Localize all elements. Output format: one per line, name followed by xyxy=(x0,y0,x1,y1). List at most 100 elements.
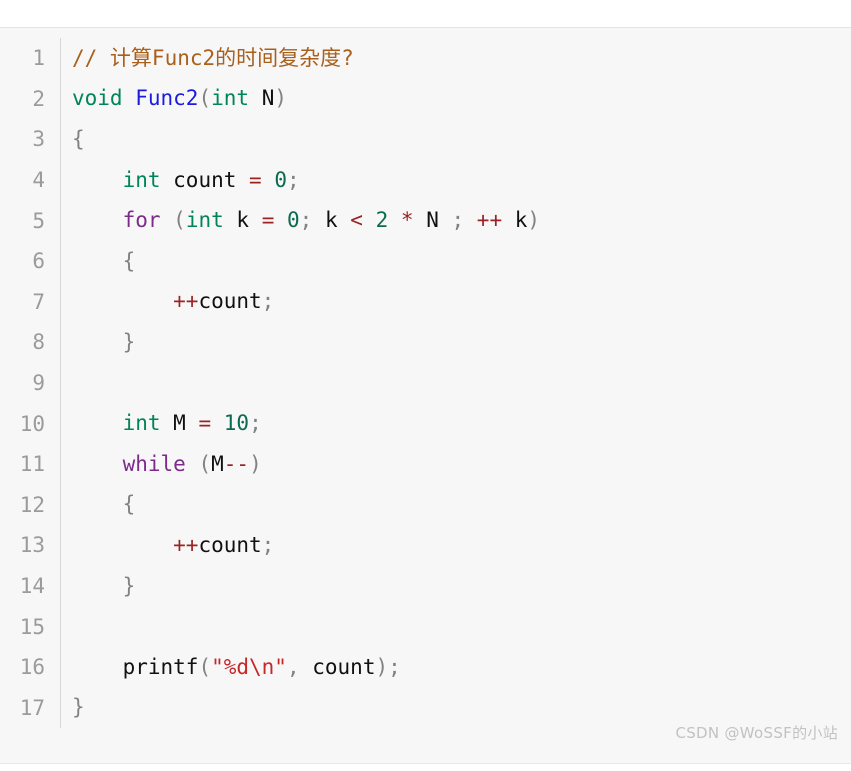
code-line: 8 } xyxy=(0,322,851,363)
code-line: 7 ++count; xyxy=(0,281,851,323)
line-number: 7 xyxy=(32,289,45,314)
code-line-text[interactable]: int M = 10; xyxy=(61,413,851,434)
code-line: 14 } xyxy=(0,565,851,607)
code-line-text[interactable]: { xyxy=(61,494,851,515)
code-line-text[interactable]: while (M--) xyxy=(61,451,851,476)
code-line: 15 xyxy=(0,606,851,647)
line-number: 6 xyxy=(32,249,45,274)
code-line: 2 void Func2(int N) xyxy=(0,78,851,120)
line-number: 9 xyxy=(32,371,45,396)
code-token: ( xyxy=(198,451,212,476)
code-line-text[interactable]: void Func2(int N) xyxy=(61,88,851,109)
code-token: ; xyxy=(261,532,275,557)
code-token: // 计算Func2的时间复杂度? xyxy=(72,45,354,70)
code-token: } xyxy=(122,329,136,354)
line-number: 14 xyxy=(19,574,45,599)
code-token: ); xyxy=(375,654,401,679)
code-line-text[interactable]: ++count; xyxy=(61,532,851,557)
code-line: 5 for (int k = 0; k < 2 * N ; ++ k) xyxy=(0,200,851,241)
code-line: 13 ++count; xyxy=(0,525,851,566)
line-number: 8 xyxy=(32,330,45,355)
line-number: 10 xyxy=(19,411,45,436)
code-token: printf xyxy=(72,654,199,679)
watermark-csdn: CSDN @WoSSF的小站 xyxy=(675,724,838,742)
code-line-text[interactable]: { xyxy=(61,126,851,151)
code-token: = xyxy=(261,208,275,233)
code-line-text[interactable]: ++count; xyxy=(61,291,851,312)
code-token: count xyxy=(299,654,376,679)
code-token: } xyxy=(122,573,136,598)
code-token: { xyxy=(122,248,136,273)
line-number: 5 xyxy=(32,208,45,233)
code-line: 10 int M = 10; xyxy=(0,403,851,444)
page-root: 1// 计算Func2的时间复杂度? 2 void Func2(int N) 3{4 … xyxy=(0,0,851,771)
line-number: 3 xyxy=(32,127,45,152)
line-number: 12 xyxy=(19,492,45,517)
code-token: k xyxy=(312,208,351,233)
top-white-strip xyxy=(0,0,851,27)
code-token: ( xyxy=(198,86,212,111)
code-token: 10 xyxy=(223,411,250,436)
code-token: ; xyxy=(261,289,275,314)
code-token: = xyxy=(249,167,262,192)
line-number: 16 xyxy=(19,655,45,680)
line-number: 2 xyxy=(32,86,45,111)
code-line-text[interactable]: } xyxy=(61,697,851,718)
line-number: 15 xyxy=(19,614,45,639)
code-line-text[interactable]: // 计算Func2的时间复杂度? xyxy=(61,45,851,70)
code-token: ) xyxy=(249,451,262,476)
code-token: ) xyxy=(527,208,541,233)
code-token: N xyxy=(413,208,452,233)
code-line-text[interactable]: } xyxy=(61,329,851,354)
code-line: 9 xyxy=(0,362,851,404)
code-token: while xyxy=(122,451,186,476)
code-line: 6 { xyxy=(0,240,851,282)
code-line-text[interactable]: { xyxy=(61,248,851,273)
code-line-text[interactable]: } xyxy=(61,573,851,598)
code-token: ; xyxy=(299,208,313,233)
code-block[interactable]: 1// 计算Func2的时间复杂度? 2 void Func2(int N) 3{4 … xyxy=(0,27,851,764)
code-token: { xyxy=(122,492,136,517)
code-token: count xyxy=(198,289,262,314)
code-token: ; xyxy=(249,411,262,436)
code-line-text[interactable]: int count = 0; xyxy=(61,167,851,192)
code-line: 4 int count = 0; xyxy=(0,159,851,201)
gutter-divider xyxy=(60,362,61,404)
code-line-text[interactable]: for (int k = 0; k < 2 * N ; ++ k) xyxy=(61,210,851,231)
line-number: 17 xyxy=(19,695,45,720)
code-token: * xyxy=(400,208,414,233)
code-line-text[interactable]: printf("%d\n", count); xyxy=(61,654,851,679)
line-number: 4 xyxy=(32,168,45,193)
code-token: ; xyxy=(287,167,300,192)
line-number: 1 xyxy=(32,46,45,71)
code-token: int xyxy=(211,86,250,111)
code-line: 3{ xyxy=(0,119,851,160)
code-line: 12 { xyxy=(0,484,851,526)
code-token: k xyxy=(223,208,262,233)
code-line: 16 printf("%d\n", count); xyxy=(0,646,851,688)
code-token: int xyxy=(122,167,161,192)
code-token: ) xyxy=(274,86,287,111)
code-token: = xyxy=(198,411,212,436)
code-token: ; xyxy=(451,208,465,233)
code-token: { xyxy=(72,126,85,151)
code-token: k xyxy=(502,208,528,233)
gutter-divider xyxy=(60,606,61,647)
code-token: count xyxy=(198,532,262,557)
code-token: -- xyxy=(223,451,250,476)
code-line: 11 while (M--) xyxy=(0,443,851,485)
